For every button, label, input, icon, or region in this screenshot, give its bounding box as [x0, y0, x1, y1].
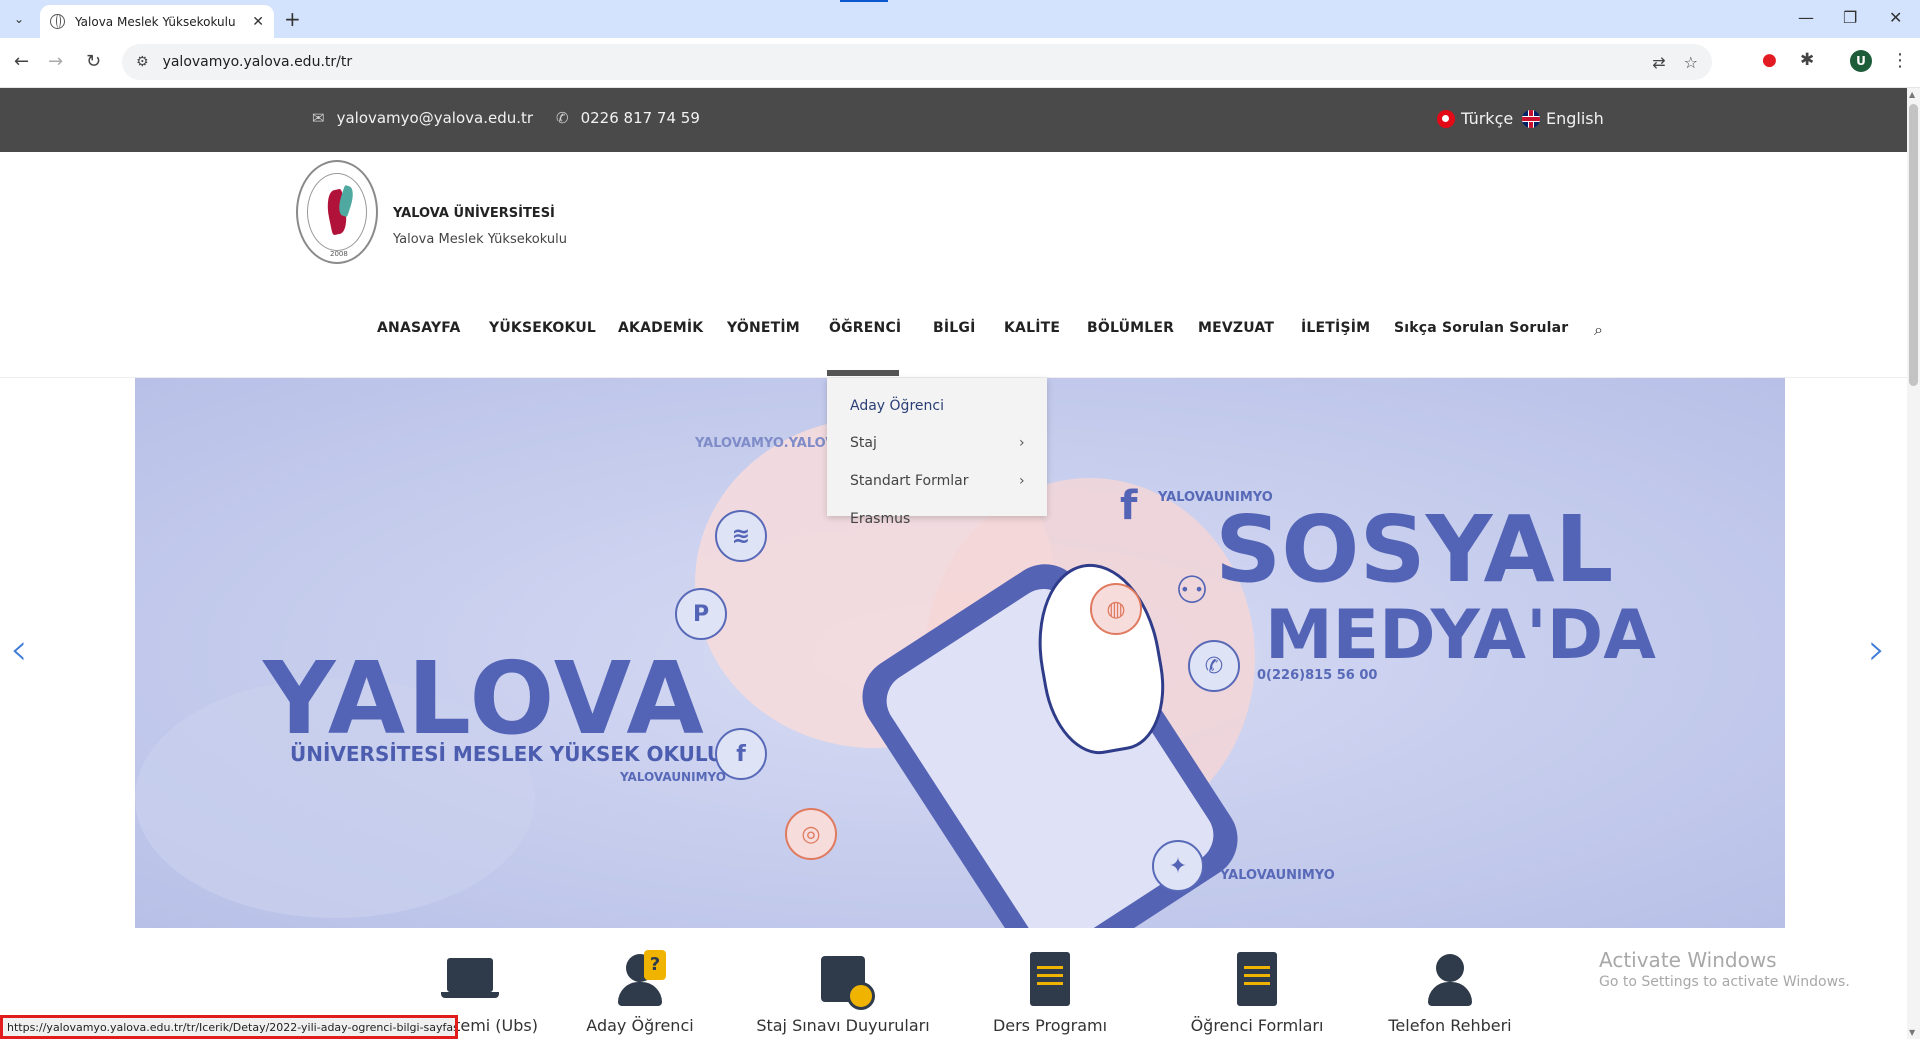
lang-turkish[interactable]: Türkçe: [1437, 109, 1513, 128]
main-navigation: ANASAYFA YÜKSEKOKUL AKADEMİK YÖNETİM ÖĞR…: [0, 320, 1907, 360]
spotify-icon: ≋: [715, 510, 767, 562]
forward-arrow-icon[interactable]: →: [48, 51, 63, 72]
facebook-icon: f: [715, 728, 767, 780]
uk-flag-icon: [1522, 109, 1540, 128]
nav-mevzuat[interactable]: MEVZUAT: [1198, 320, 1274, 336]
email-contact[interactable]: ✉ yalovamyo@yalova.edu.tr: [312, 109, 533, 127]
twitter-icon: ✦: [1152, 840, 1204, 892]
clipboard-icon: [1024, 950, 1076, 1008]
browser-menu-icon[interactable]: ⋮: [1891, 50, 1909, 71]
phone-contact[interactable]: ✆ 0226 817 74 59: [556, 109, 700, 127]
nav-iletisim[interactable]: İLETİŞİM: [1301, 320, 1370, 336]
email-text[interactable]: yalovamyo@yalova.edu.tr: [337, 109, 533, 127]
browser-tab-bar: ⌄ Yalova Meslek Yüksekokulu ✕ + — ❐ ✕: [0, 0, 1920, 38]
slide-url-text: YALOVAMYO.YALOV: [695, 436, 836, 451]
headset-icon: [1424, 950, 1476, 1008]
basketball-icon: ◍: [1090, 583, 1142, 635]
globe-icon: [50, 14, 65, 29]
reload-icon[interactable]: ↻: [86, 51, 101, 72]
tab-search-chevron-icon[interactable]: ⌄: [8, 8, 30, 30]
translate-icon[interactable]: ⇄: [1652, 53, 1665, 72]
quick-link-staj-sinavi[interactable]: Staj Sınavı Duyuruları: [748, 950, 938, 1035]
bookmark-star-icon[interactable]: ☆: [1684, 53, 1698, 72]
scroll-down-arrow-icon[interactable]: ▼: [1909, 1028, 1915, 1037]
slide-phone: 0(226)815 56 00: [1257, 668, 1378, 683]
slide-yalova: YALOVA: [263, 640, 706, 757]
minimize-icon[interactable]: —: [1798, 8, 1814, 27]
extensions-puzzle-icon[interactable]: ✱: [1800, 50, 1814, 70]
chevron-right-icon: ›: [1019, 473, 1025, 489]
seal-year: 2008: [330, 250, 348, 258]
activate-windows-title: Activate Windows: [1599, 948, 1777, 972]
slide-handle: YALOVAUNIMYO: [620, 770, 726, 784]
dropdown-standart-formlar[interactable]: Standart Formlar: [850, 473, 968, 489]
tab-close-icon[interactable]: ✕: [252, 14, 264, 30]
lang-en-label[interactable]: English: [1546, 109, 1604, 128]
quick-link-ogrenci-formlari[interactable]: Öğrenci Formları: [1172, 950, 1342, 1035]
quick-link-aday-ogrenci[interactable]: ? Aday Öğrenci: [565, 950, 715, 1035]
turkey-flag-icon: [1437, 109, 1455, 128]
whatsapp-icon: ✆: [1188, 640, 1240, 692]
slide-sosyal: SOSYAL: [1215, 496, 1614, 603]
university-logo[interactable]: 2008: [296, 160, 378, 264]
question-person-icon: ?: [614, 950, 666, 1008]
site-contact-bar: ✉ yalovamyo@yalova.edu.tr ✆ 0226 817 74 …: [0, 88, 1907, 152]
slide-tw-handle: YALOVAUNIMYO: [1220, 868, 1335, 883]
nav-ogrenci[interactable]: ÖĞRENCİ: [829, 320, 901, 336]
nav-bilgi[interactable]: BİLGİ: [933, 320, 976, 336]
quick-link-ders-programi[interactable]: Ders Programı: [975, 950, 1125, 1035]
slider-next-arrow-icon[interactable]: ›: [1868, 624, 1886, 675]
active-nav-indicator: [827, 370, 899, 376]
browser-toolbar: ← → ↻ ⚙ yalovamyo.yalova.edu.tr/tr ⇄ ☆ ●…: [0, 38, 1920, 88]
instagram-icon: ◎: [785, 808, 837, 860]
dropdown-aday-ogrenci[interactable]: Aday Öğrenci: [850, 398, 944, 414]
site-info-icon[interactable]: ⚙: [136, 54, 149, 70]
scrollbar-thumb[interactable]: [1909, 104, 1918, 386]
scroll-up-arrow-icon[interactable]: ▲: [1909, 90, 1915, 99]
dropdown-staj[interactable]: Staj: [850, 435, 877, 451]
phone-icon: ✆: [556, 109, 569, 127]
dropdown-erasmus[interactable]: Erasmus: [850, 511, 910, 527]
restore-icon[interactable]: ❐: [1843, 8, 1857, 27]
lang-tr-label[interactable]: Türkçe: [1461, 109, 1513, 128]
ogrenci-dropdown-menu: Aday Öğrenci Staj › Standart Formlar › E…: [827, 378, 1047, 527]
link-status-bar: https://yalovamyo.yalova.edu.tr/tr/Iceri…: [0, 1015, 458, 1039]
search-icon[interactable]: ⌕: [1594, 320, 1603, 340]
address-bar[interactable]: ⚙ yalovamyo.yalova.edu.tr/tr ⇄ ☆: [122, 44, 1712, 80]
back-arrow-icon[interactable]: ←: [14, 51, 29, 72]
university-name[interactable]: YALOVA ÜNİVERSİTESİ: [393, 206, 555, 221]
user-icon: ⚇: [1175, 568, 1210, 612]
calendar-clock-icon: [817, 950, 875, 1010]
nav-bolumler[interactable]: BÖLÜMLER: [1087, 320, 1174, 336]
window-close-icon[interactable]: ✕: [1889, 8, 1902, 27]
nav-yuksekokul[interactable]: YÜKSEKOKUL: [489, 320, 596, 336]
url-text[interactable]: yalovamyo.yalova.edu.tr/tr: [163, 54, 1635, 70]
pinterest-icon: P: [675, 588, 727, 640]
nav-sss[interactable]: Sıkça Sorulan Sorular: [1394, 320, 1568, 336]
chevron-right-icon: ›: [1019, 435, 1025, 451]
nav-anasayfa[interactable]: ANASAYFA: [377, 320, 461, 336]
browser-tab[interactable]: Yalova Meslek Yüksekokulu ✕: [40, 5, 274, 38]
school-name[interactable]: Yalova Meslek Yüksekokulu: [393, 232, 567, 247]
nav-yonetim[interactable]: YÖNETİM: [727, 320, 800, 336]
slider-prev-arrow-icon[interactable]: ‹: [10, 624, 28, 675]
lang-english[interactable]: English: [1522, 109, 1604, 128]
tab-title: Yalova Meslek Yüksekokulu: [75, 14, 236, 29]
nav-kalite[interactable]: KALİTE: [1004, 320, 1060, 336]
laptop-icon: [441, 950, 499, 1008]
profile-avatar[interactable]: U: [1850, 50, 1872, 72]
nav-akademik[interactable]: AKADEMİK: [618, 320, 703, 336]
quick-link-telefon-rehberi[interactable]: Telefon Rehberi: [1375, 950, 1525, 1035]
document-search-icon: [1231, 950, 1283, 1008]
slide-medya: MEDYA'DA: [1265, 596, 1656, 675]
slide-uni-line: ÜNİVERSİTESİ MESLEK YÜKSEK OKULU: [290, 742, 724, 766]
facebook-f-icon: f: [1120, 483, 1138, 529]
envelope-icon: ✉: [312, 109, 325, 127]
tab-strip-indicator: [840, 0, 888, 2]
activate-windows-subtitle: Go to Settings to activate Windows.: [1599, 974, 1850, 990]
new-tab-button[interactable]: +: [284, 7, 301, 31]
phone-text[interactable]: 0226 817 74 59: [581, 109, 700, 127]
opera-extension-icon[interactable]: ●: [1762, 50, 1777, 70]
